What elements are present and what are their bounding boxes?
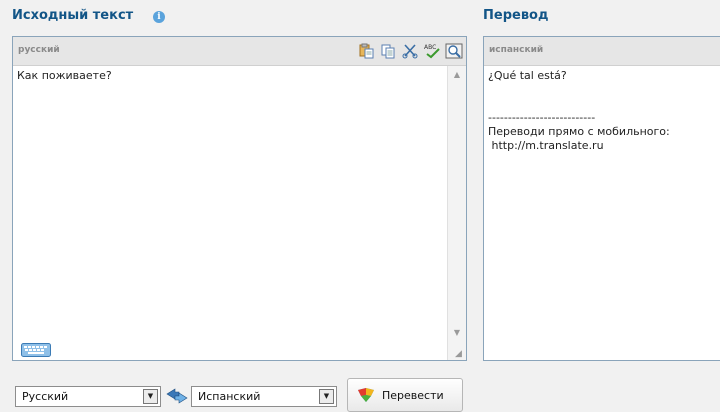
source-language-select[interactable]: Русский ▼: [15, 386, 161, 407]
output-language-label: испанский: [489, 45, 544, 55]
output-text: ¿Qué tal está? -------------------------…: [488, 69, 670, 152]
spellcheck-icon[interactable]: ABC: [422, 42, 441, 60]
source-title: Исходный текст: [12, 8, 134, 23]
scroll-down-icon[interactable]: ▼: [448, 326, 466, 340]
info-icon[interactable]: i: [153, 11, 165, 23]
chevron-down-icon[interactable]: ▼: [143, 389, 158, 404]
svg-text:ABC: ABC: [424, 44, 436, 51]
source-scrollbar[interactable]: ▲ ▼: [447, 66, 466, 360]
source-language-label: русский: [18, 45, 60, 55]
copy-icon[interactable]: [378, 42, 397, 60]
source-panel: русский ABC Как поживаете? ▲ ▼ ◢: [12, 36, 467, 361]
source-toolbar: ABC: [356, 42, 463, 60]
source-panel-header: русский ABC: [13, 37, 466, 66]
target-language-value: Испанский: [198, 390, 261, 403]
paste-icon[interactable]: [356, 42, 375, 60]
resize-grip-icon[interactable]: ◢: [455, 349, 465, 359]
translate-button-label: Перевести: [382, 389, 444, 402]
output-title: Перевод: [483, 8, 549, 23]
output-panel-header: испанский: [484, 37, 720, 66]
chevron-down-icon[interactable]: ▼: [319, 389, 334, 404]
zoom-icon[interactable]: [444, 42, 463, 60]
cut-icon[interactable]: [400, 42, 419, 60]
output-panel: испанский ¿Qué tal está? ---------------…: [483, 36, 720, 361]
swap-languages-icon[interactable]: [166, 388, 188, 408]
source-language-value: Русский: [22, 390, 69, 403]
keyboard-icon[interactable]: [21, 342, 51, 361]
translate-button[interactable]: Перевести: [347, 378, 463, 412]
target-language-select[interactable]: Испанский ▼: [191, 386, 337, 407]
scroll-up-icon[interactable]: ▲: [448, 68, 466, 82]
translate-logo-icon: [357, 387, 375, 407]
source-textarea[interactable]: Как поживаете?: [17, 69, 112, 82]
